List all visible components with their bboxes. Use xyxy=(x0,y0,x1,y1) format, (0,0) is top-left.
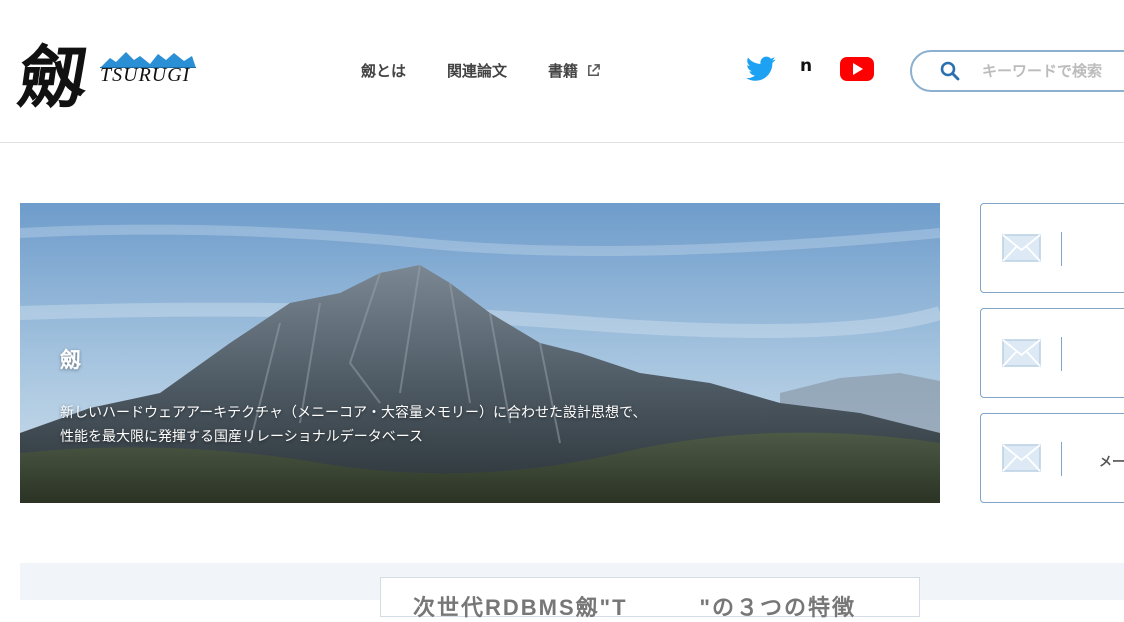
hero-banner: 劔 新しいハードウェアアーキテクチャ（メニーコア・大容量メモリー）に合わせた設計… xyxy=(20,203,940,503)
mail-icon xyxy=(1002,234,1041,262)
nav-label-books: 書籍 xyxy=(548,63,579,80)
search-input[interactable] xyxy=(982,62,1124,80)
hero-description: 新しいハードウェアアーキテクチャ（メニーコア・大容量メモリー）に合わせた設計思想… xyxy=(60,404,647,444)
note-icon[interactable]: n xyxy=(800,56,812,76)
card-request-line1: ア- xyxy=(1071,222,1124,242)
card-divider xyxy=(1061,442,1062,476)
card-inquiry-line1: 劔" xyxy=(1071,327,1124,347)
card-request[interactable]: ア- 申 xyxy=(980,203,1124,293)
external-link-icon xyxy=(588,64,600,76)
nav-label-papers: 関連論文 xyxy=(447,63,508,80)
mail-icon xyxy=(1002,339,1041,367)
youtube-icon[interactable] xyxy=(839,56,875,82)
card-request-line2: 申 xyxy=(1071,242,1124,262)
features-heading-box: 次世代RDBMS劔"T "の３つの特徴 xyxy=(380,577,920,620)
twitter-icon[interactable] xyxy=(746,56,776,82)
mail-icon xyxy=(1002,444,1041,472)
card-divider xyxy=(1061,232,1062,266)
logo-kanji: 劔 xyxy=(13,38,89,118)
logo-wordmark: TSURUGI xyxy=(100,64,191,86)
card-inquiry-line2: お問 xyxy=(1071,347,1124,367)
card-inquiry[interactable]: 劔" お問 xyxy=(980,308,1124,398)
nav-item-about[interactable]: 劔とは xyxy=(361,60,406,81)
nav-item-papers[interactable]: 関連論文 xyxy=(447,60,507,81)
nav-label-about: 劔とは xyxy=(361,63,407,80)
main-nav: 劔とは 関連論文 書籍 xyxy=(361,60,642,81)
card-divider xyxy=(1061,337,1062,371)
tsurugi-logo[interactable]: 劔 TSURUGI xyxy=(13,28,200,118)
card-mail-magazine[interactable]: メールマ xyxy=(980,413,1124,503)
search-box[interactable] xyxy=(910,50,1124,92)
site-header: 劔 TSURUGI 劔とは 関連論文 書籍 n xyxy=(0,0,1124,143)
search-icon xyxy=(940,61,960,81)
hero-mountain-image xyxy=(20,203,940,503)
features-title: 次世代RDBMS劔"T "の３つの特徴 xyxy=(413,595,856,620)
nav-item-books[interactable]: 書籍 xyxy=(548,60,601,81)
hero-title: 劔 xyxy=(60,347,81,372)
card-mail-line1: メールマ xyxy=(1098,454,1124,469)
